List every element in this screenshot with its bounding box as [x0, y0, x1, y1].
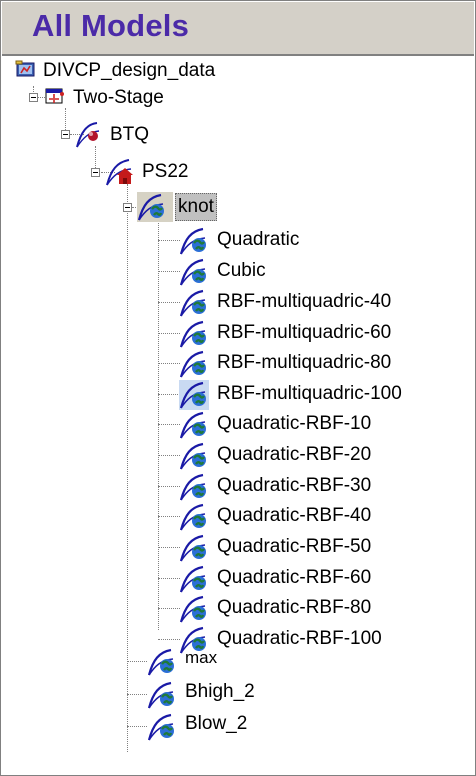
response-model-icon — [179, 534, 206, 562]
response-model-icon — [179, 320, 206, 348]
local-model-icon — [76, 122, 100, 148]
response-model-icon — [179, 442, 206, 470]
tree-node-label: Cubic — [217, 260, 266, 281]
panel-title: All Models — [32, 8, 190, 43]
model-tree[interactable]: DIVCP_design_data Two-Stage BTQ PS22 kno… — [1, 56, 475, 775]
response-model-icon — [147, 648, 174, 676]
tree-node-label: max — [185, 648, 218, 667]
response-model-icon — [179, 258, 206, 286]
tree-node-label: knot — [175, 193, 217, 221]
tree-node-label: RBF-multiquadric-80 — [217, 352, 392, 373]
collapse-toggle-btq[interactable] — [61, 130, 70, 139]
response-model-icon — [179, 411, 206, 439]
model-browser-panel: All Models DIVCP_design_data Two-Stage B… — [0, 0, 476, 776]
response-model-icon — [147, 713, 174, 741]
response-model-icon — [179, 503, 206, 531]
tree-node-label: Quadratic — [217, 229, 300, 250]
house-model-icon — [106, 159, 133, 186]
collapse-toggle-knot[interactable] — [123, 203, 132, 212]
response-model-icon — [179, 289, 206, 317]
tree-node-label: Quadratic-RBF-100 — [217, 628, 382, 649]
tree-node-label: Quadratic-RBF-80 — [217, 597, 372, 618]
tree-node-label: Quadratic-RBF-30 — [217, 475, 372, 496]
tree-node-label: RBF-multiquadric-40 — [217, 291, 392, 312]
response-model-icon — [179, 381, 206, 409]
tree-node-label: RBF-multiquadric-60 — [217, 322, 392, 343]
tree-node-label: PS22 — [142, 161, 189, 182]
tree-node-label: Quadratic-RBF-10 — [217, 413, 372, 434]
tree-node-label: Bhigh_2 — [185, 681, 255, 702]
tree-node-label: RBF-multiquadric-100 — [217, 383, 402, 404]
collapse-toggle-ps22[interactable] — [91, 168, 100, 177]
response-model-icon — [179, 595, 206, 623]
tree-node-label: Two-Stage — [73, 87, 164, 108]
tree-node-label: Quadratic-RBF-60 — [217, 567, 372, 588]
collapse-toggle-two-stage[interactable] — [29, 93, 38, 102]
tree-node-label: Quadratic-RBF-50 — [217, 536, 372, 557]
response-model-icon — [147, 681, 174, 709]
response-model-icon — [137, 193, 164, 221]
tree-node-label: Blow_2 — [185, 713, 248, 734]
tree-node-label: Quadratic-RBF-40 — [217, 505, 372, 526]
response-model-icon — [179, 227, 206, 255]
tree-node-label: Quadratic-RBF-20 — [217, 444, 372, 465]
panel-header: All Models — [2, 2, 474, 56]
data-folder-icon — [15, 60, 35, 77]
tree-node-label: BTQ — [110, 124, 150, 145]
tree-node-label: DIVCP_design_data — [43, 60, 216, 81]
response-model-icon — [179, 350, 206, 378]
response-model-icon — [179, 473, 206, 501]
two-stage-model-icon — [45, 88, 64, 104]
response-model-icon — [179, 565, 206, 593]
